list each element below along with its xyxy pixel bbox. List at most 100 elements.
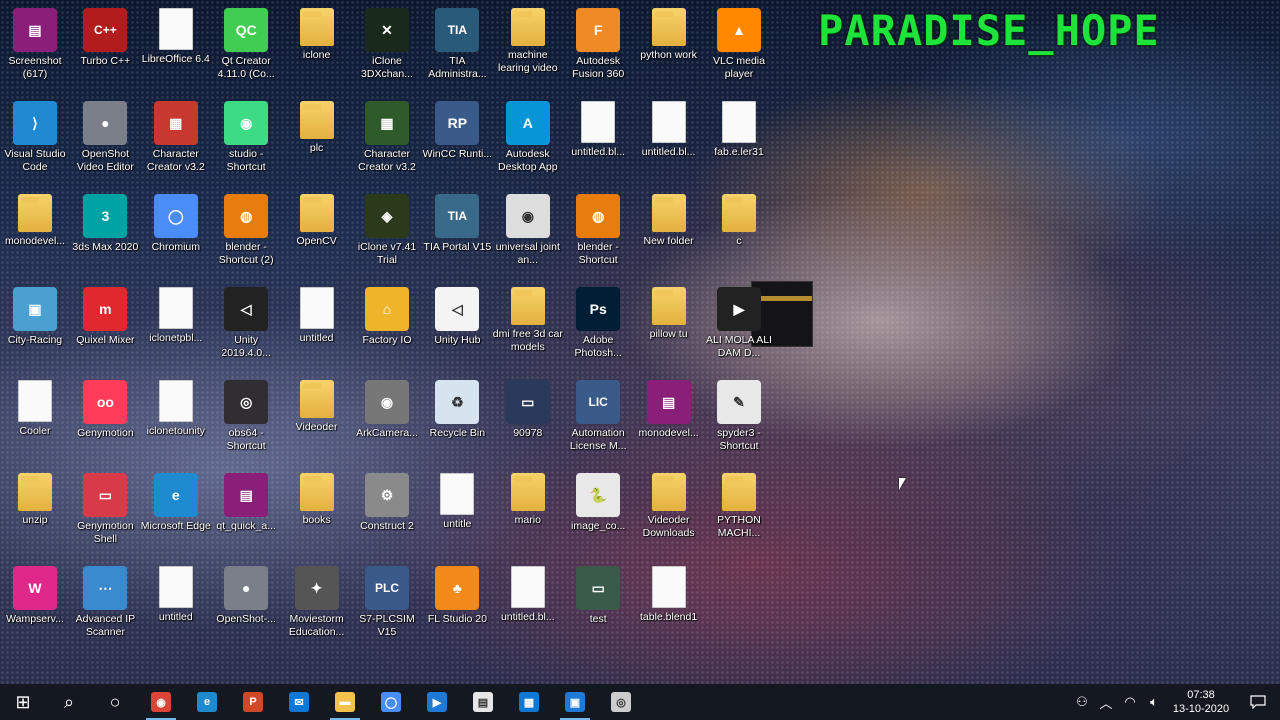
desktop-icon[interactable]: TIA TIA Portal V15 <box>422 188 492 281</box>
desktop-icon[interactable]: ● OpenShot-... <box>211 560 281 653</box>
notification-icon[interactable] <box>1236 684 1280 720</box>
desktop-icon[interactable]: e Microsoft Edge <box>141 467 211 560</box>
taskbar-edge[interactable]: e <box>184 684 230 720</box>
desktop-icon[interactable]: untitled <box>141 560 211 653</box>
taskbar-screen-recorder[interactable]: ▣ <box>552 684 598 720</box>
desktop-icon[interactable]: ▤ Screenshot (617) <box>0 2 70 95</box>
desktop-icon[interactable]: ✕ iClone 3DXchan... <box>352 2 422 95</box>
taskbar-video-editor[interactable]: ▶ <box>414 684 460 720</box>
taskbar-document[interactable]: ▤ <box>460 684 506 720</box>
system-tray: ⚇ ︿ ◠ 🔈︎ 07:38 13-10-2020 <box>1070 684 1280 720</box>
desktop-icon[interactable]: 3 3ds Max 2020 <box>70 188 140 281</box>
desktop-icon[interactable]: iclonetpbl... <box>141 281 211 374</box>
desktop-icon[interactable]: W Wampserv... <box>0 560 70 653</box>
chevron-up-icon[interactable]: ︿ <box>1094 684 1118 720</box>
desktop-icon[interactable]: Videoder Downloads <box>634 467 704 560</box>
desktop-icon[interactable]: ◯ Chromium <box>141 188 211 281</box>
desktop-icon[interactable]: Cooler <box>0 374 70 467</box>
desktop-icon[interactable]: 🐍 image_co... <box>563 467 633 560</box>
desktop-icon[interactable]: monodevel... <box>0 188 70 281</box>
start-button[interactable]: ⊞ <box>0 684 46 720</box>
desktop-icon[interactable]: ▶ ALI MOLA ALI DAM D... <box>704 281 774 374</box>
desktop-icon[interactable]: fab.e.ler31 <box>704 95 774 188</box>
desktop-icon[interactable]: untitled.bl... <box>493 560 563 653</box>
desktop-icon[interactable]: ◉ universal joint an... <box>493 188 563 281</box>
desktop-icon[interactable]: ⌂ Factory IO <box>352 281 422 374</box>
desktop-icon[interactable]: iclone <box>282 2 352 95</box>
desktop-icon[interactable]: untitled.bl... <box>634 95 704 188</box>
desktop-icon[interactable]: plc <box>282 95 352 188</box>
desktop-icon[interactable]: c <box>704 188 774 281</box>
desktop-icon[interactable]: ▦ Character Creator v3.2 <box>352 95 422 188</box>
desktop-icon[interactable]: pillow tu <box>634 281 704 374</box>
desktop-icon[interactable]: ◈ iClone v7.41 Trial <box>352 188 422 281</box>
desktop-icon[interactable]: unzip <box>0 467 70 560</box>
desktop-icon[interactable]: python work <box>634 2 704 95</box>
clock[interactable]: 07:38 13-10-2020 <box>1166 688 1236 716</box>
taskbar-chromium[interactable]: ◯ <box>368 684 414 720</box>
taskbar-mail[interactable]: ✉ <box>276 684 322 720</box>
desktop-icon[interactable]: LibreOffice 6.4 <box>141 2 211 95</box>
desktop-icon[interactable]: ⚙ Construct 2 <box>352 467 422 560</box>
desktop-icon[interactable]: ◉ ArkCamera... <box>352 374 422 467</box>
desktop-icon[interactable]: table.blend1 <box>634 560 704 653</box>
desktop-icon[interactable]: oo Genymotion <box>70 374 140 467</box>
desktop-icon[interactable]: RP WinCC Runti... <box>422 95 492 188</box>
desktop-icon[interactable]: ▭ Genymotion Shell <box>70 467 140 560</box>
desktop-icon[interactable]: F Autodesk Fusion 360 <box>563 2 633 95</box>
desktop-icon[interactable]: QC Qt Creator 4.11.0 (Co... <box>211 2 281 95</box>
desktop-icon[interactable]: Videoder <box>282 374 352 467</box>
desktop-icon[interactable]: OpenCV <box>282 188 352 281</box>
desktop-icon[interactable]: ● OpenShot Video Editor <box>70 95 140 188</box>
desktop-icon[interactable]: books <box>282 467 352 560</box>
person-icon[interactable]: ⚇ <box>1070 684 1094 720</box>
desktop-icon[interactable]: ◉ studio - Shortcut <box>211 95 281 188</box>
desktop-icon[interactable]: ▤ qt_quick_a... <box>211 467 281 560</box>
desktop-icon[interactable]: untitled.bl... <box>563 95 633 188</box>
desktop-icon[interactable]: ◁ Unity Hub <box>422 281 492 374</box>
desktop-icon[interactable]: A Autodesk Desktop App <box>493 95 563 188</box>
search-button[interactable]: ⌕ <box>46 684 92 720</box>
desktop-icon[interactable]: ◁ Unity 2019.4.0... <box>211 281 281 374</box>
desktop-icon[interactable]: ♣ FL Studio 20 <box>422 560 492 653</box>
desktop-icon-label: Factory IO <box>362 334 412 346</box>
desktop-icon[interactable]: m Quixel Mixer <box>70 281 140 374</box>
desktop-icon[interactable]: ♻ Recycle Bin <box>422 374 492 467</box>
desktop-icon[interactable]: LIC Automation License M... <box>563 374 633 467</box>
taskbar-obs[interactable]: ◎ <box>598 684 644 720</box>
desktop-icon[interactable]: untitled <box>282 281 352 374</box>
desktop-icon[interactable]: mario <box>493 467 563 560</box>
desktop-icon[interactable]: ▤ monodevel... <box>634 374 704 467</box>
desktop-icon[interactable]: C++ Turbo C++ <box>70 2 140 95</box>
desktop-icon[interactable]: ▣ City-Racing <box>0 281 70 374</box>
desktop-icon[interactable]: ▭ 90978 <box>493 374 563 467</box>
edge-icon: e <box>197 692 217 712</box>
desktop-icon[interactable]: PLC S7-PLCSIM V15 <box>352 560 422 653</box>
desktop-icon[interactable]: ✎ spyder3 - Shortcut <box>704 374 774 467</box>
desktop-icon[interactable]: dmi free 3d car models <box>493 281 563 374</box>
cortana-button[interactable]: ○ <box>92 684 138 720</box>
taskbar-store[interactable]: ▦ <box>506 684 552 720</box>
desktop-icon[interactable]: ◎ obs64 - Shortcut <box>211 374 281 467</box>
desktop-icon[interactable]: ✦ Moviestorm Education... <box>282 560 352 653</box>
volume-icon[interactable]: 🔈︎ <box>1142 684 1166 720</box>
desktop-icon[interactable]: ◍ blender - Shortcut (2) <box>211 188 281 281</box>
desktop-icon[interactable]: machine learing video <box>493 2 563 95</box>
desktop-icon[interactable]: untitle <box>422 467 492 560</box>
desktop-icon[interactable]: ◍ blender - Shortcut <box>563 188 633 281</box>
taskbar-chrome[interactable]: ◉ <box>138 684 184 720</box>
desktop-icon[interactable]: TIA TIA Administra... <box>422 2 492 95</box>
desktop-icon[interactable]: ▦ Character Creator v3.2 <box>141 95 211 188</box>
desktop-icon[interactable]: ⟩ Visual Studio Code <box>0 95 70 188</box>
taskbar-wps[interactable]: P <box>230 684 276 720</box>
desktop-icon[interactable]: PYTHON MACHI... <box>704 467 774 560</box>
taskbar-file-explorer[interactable]: ▬ <box>322 684 368 720</box>
desktop-icon[interactable]: ▭ test <box>563 560 633 653</box>
desktop-icon[interactable]: New folder <box>634 188 704 281</box>
desktop-icon[interactable]: iclonetounity <box>141 374 211 467</box>
wifi-icon[interactable]: ◠ <box>1118 684 1142 720</box>
desktop-icon[interactable]: ▲ VLC media player <box>704 2 774 95</box>
desktop-icon-label: iclone <box>302 49 331 61</box>
desktop-icon[interactable]: ⋯ Advanced IP Scanner <box>70 560 140 653</box>
desktop-icon[interactable]: Ps Adobe Photosh... <box>563 281 633 374</box>
